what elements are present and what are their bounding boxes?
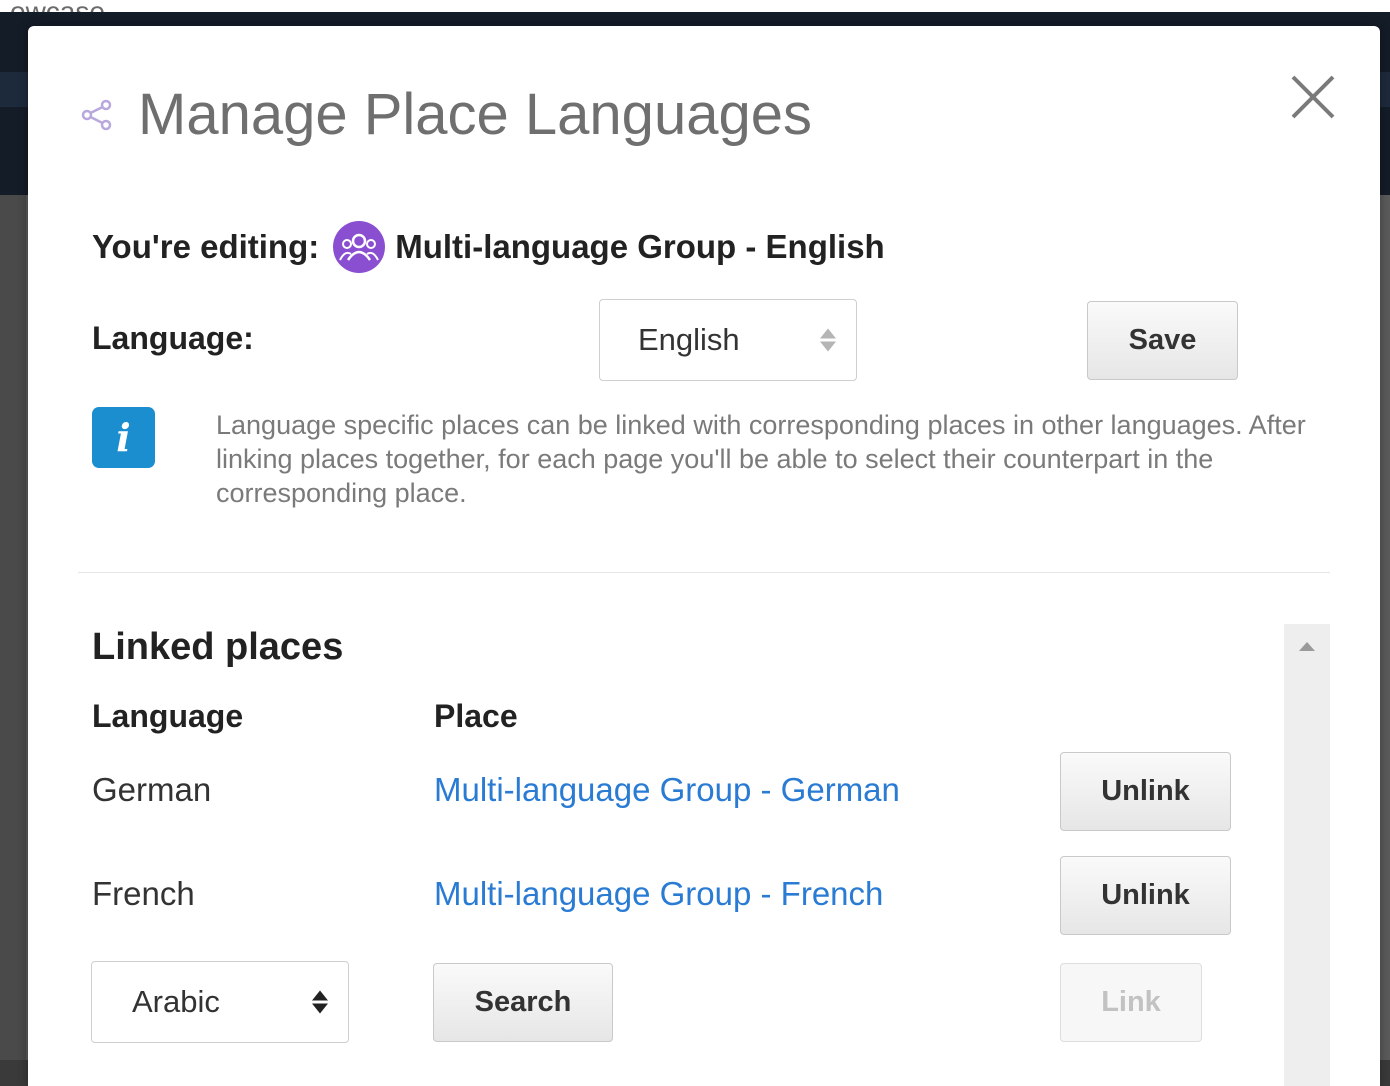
new-language-select-value: Arabic — [132, 984, 220, 1019]
row-place-link[interactable]: Multi-language Group - German — [434, 771, 900, 809]
save-button[interactable]: Save — [1087, 301, 1238, 380]
share-icon — [81, 99, 112, 130]
background-page-top: owcase — [0, 0, 1390, 27]
unlink-button[interactable]: Unlink — [1060, 752, 1231, 831]
language-select-value: English — [638, 322, 740, 357]
info-icon: i — [92, 407, 155, 468]
column-header-language: Language — [92, 698, 244, 734]
group-icon — [333, 221, 386, 273]
modal-header: Manage Place Languages — [80, 81, 812, 148]
new-language-select[interactable]: Arabic — [91, 961, 349, 1043]
info-text: Language specific places can be linked w… — [216, 410, 1306, 508]
manage-languages-modal: Manage Place Languages You're editing: M… — [28, 26, 1380, 1086]
search-button[interactable]: Search — [433, 963, 613, 1042]
linked-places-title: Linked places — [92, 626, 344, 668]
scrollbar[interactable] — [1284, 624, 1330, 1086]
modal-title: Manage Place Languages — [138, 82, 812, 147]
editing-line: You're editing: Multi-language Group - E… — [92, 221, 885, 273]
close-icon[interactable] — [1290, 74, 1336, 120]
background-left-bar — [0, 195, 26, 1060]
language-select[interactable]: English — [599, 299, 857, 381]
unlink-button[interactable]: Unlink — [1060, 856, 1231, 935]
row-place-link[interactable]: Multi-language Group - French — [434, 875, 883, 913]
link-button[interactable]: Link — [1060, 963, 1202, 1042]
select-arrows-icon — [312, 990, 328, 1014]
select-arrows-icon — [820, 328, 836, 352]
column-header-place: Place — [434, 698, 518, 734]
section-divider — [78, 572, 1330, 573]
language-label: Language: — [92, 320, 254, 356]
row-language: German — [92, 771, 212, 808]
editing-place-name: Multi-language Group - English — [395, 228, 885, 265]
editing-label: You're editing: — [92, 228, 320, 265]
row-language: French — [92, 875, 195, 912]
scroll-up-arrow-icon[interactable] — [1299, 642, 1315, 651]
